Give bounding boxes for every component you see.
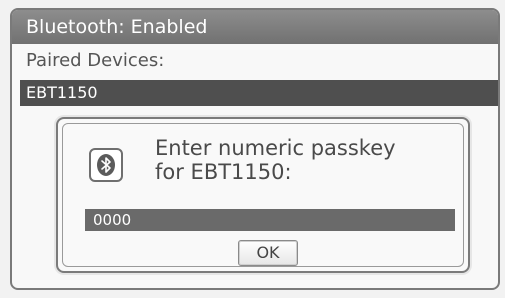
passkey-prompt: Enter numeric passkey for EBT1150:: [155, 136, 396, 184]
bluetooth-screen: Bluetooth: Enabled Paired Devices: EBT11…: [10, 8, 500, 290]
paired-devices-label: Paired Devices:: [26, 50, 165, 71]
prompt-line-1: Enter numeric passkey: [155, 136, 396, 160]
passkey-dialog: Enter numeric passkey for EBT1150: 0000 …: [56, 117, 470, 273]
dialog-frame: Enter numeric passkey for EBT1150: 0000 …: [62, 123, 464, 267]
ok-button[interactable]: OK: [238, 240, 298, 266]
bluetooth-icon: [89, 148, 123, 182]
screen-title: Bluetooth: Enabled: [12, 10, 498, 44]
passkey-input[interactable]: 0000: [85, 209, 455, 231]
bluetooth-rune: [101, 157, 111, 173]
paired-device-item[interactable]: EBT1150: [20, 80, 498, 106]
prompt-line-2: for EBT1150:: [155, 160, 292, 184]
device-name: EBT1150: [26, 83, 98, 102]
